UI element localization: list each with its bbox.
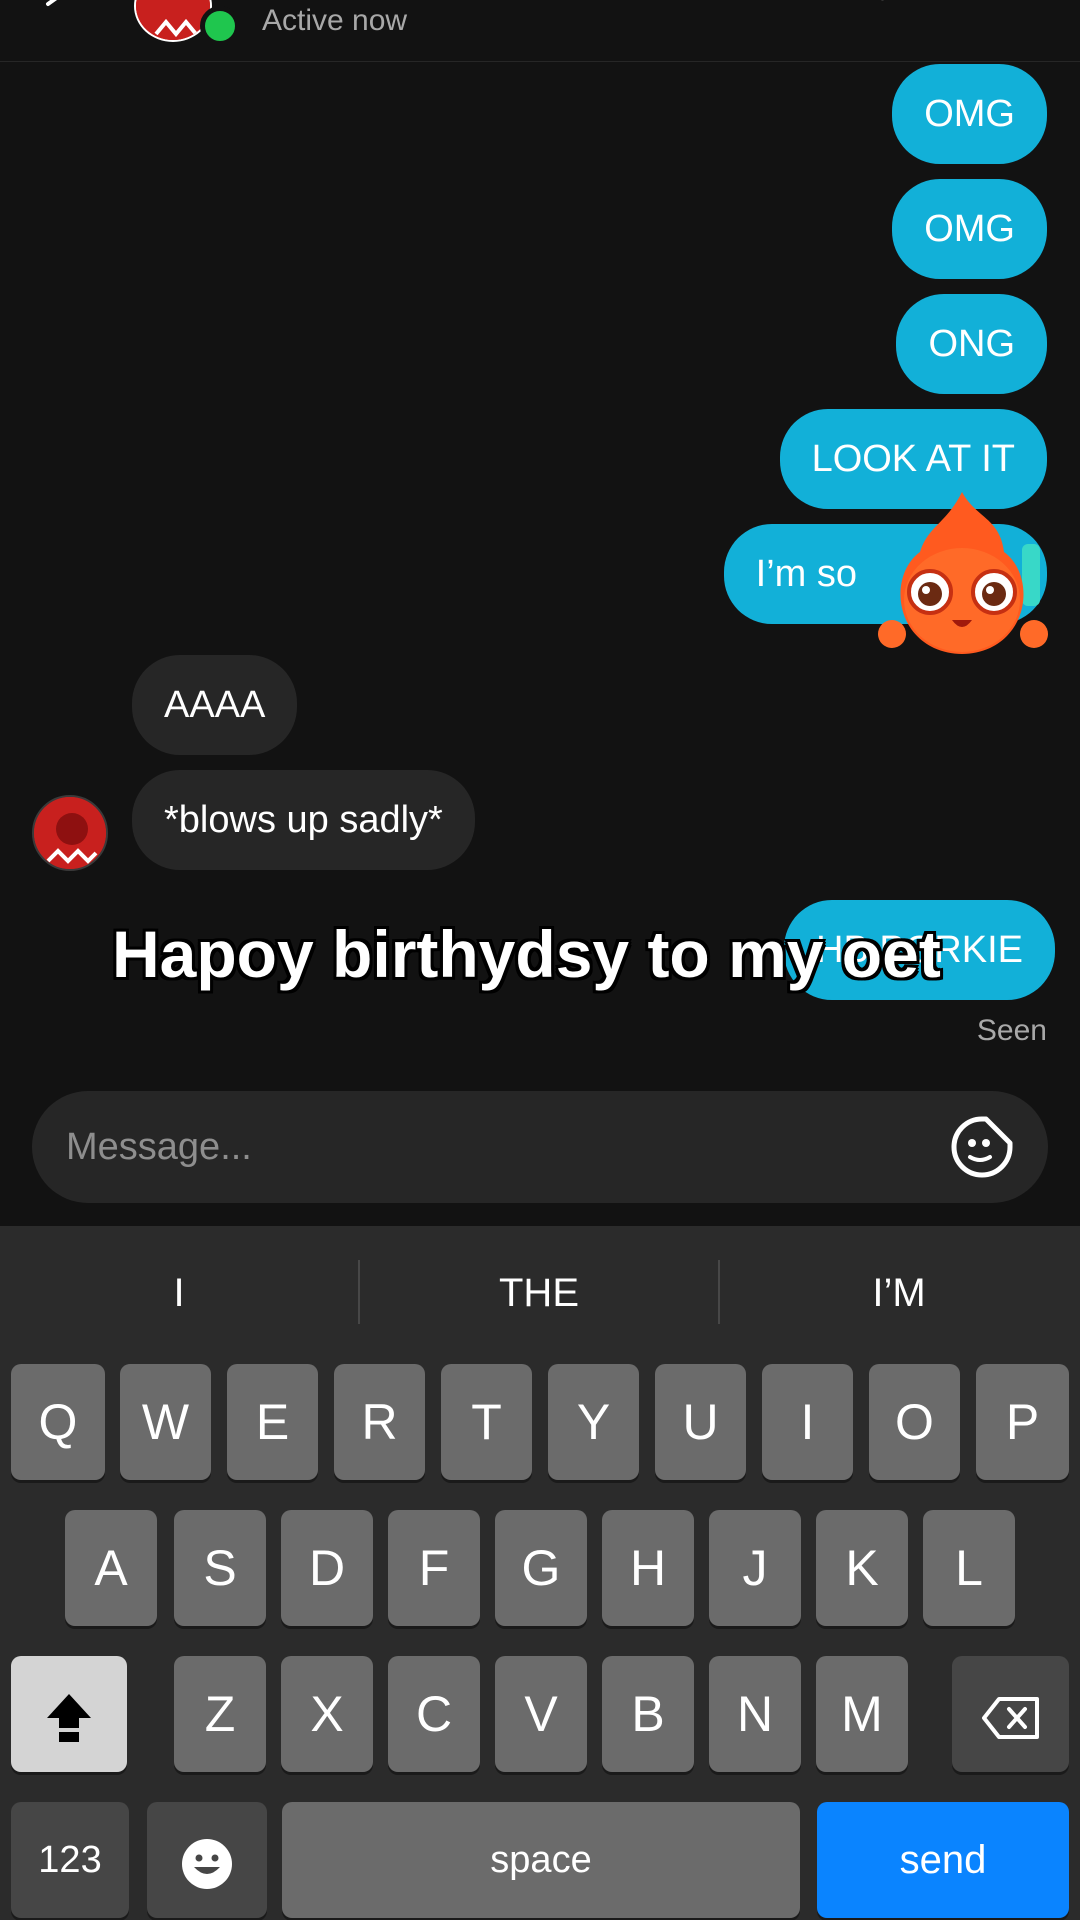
- suggestion-item[interactable]: I: [0, 1226, 358, 1354]
- space-key[interactable]: space: [282, 1802, 800, 1918]
- key-o[interactable]: O: [869, 1364, 960, 1480]
- sender-avatar[interactable]: [32, 795, 108, 871]
- video-caption-overlay: Hapoy birthydsy to my oet: [112, 917, 941, 991]
- key-w[interactable]: W: [120, 1364, 211, 1480]
- key-p[interactable]: P: [976, 1364, 1069, 1480]
- key-z[interactable]: Z: [174, 1656, 266, 1772]
- message-composer: [32, 1091, 1048, 1203]
- back-arrow-icon[interactable]: [40, 0, 70, 24]
- key-f[interactable]: F: [388, 1510, 480, 1626]
- key-m[interactable]: M: [816, 1656, 908, 1772]
- key-h[interactable]: H: [602, 1510, 694, 1626]
- key-q[interactable]: Q: [11, 1364, 105, 1480]
- incoming-message[interactable]: AAAA: [132, 655, 298, 755]
- seen-receipt: Seen: [976, 1014, 1047, 1047]
- key-b[interactable]: B: [602, 1656, 694, 1772]
- backspace-key[interactable]: [952, 1656, 1069, 1772]
- key-x[interactable]: X: [281, 1656, 373, 1772]
- key-r[interactable]: R: [334, 1364, 425, 1480]
- key-l[interactable]: L: [923, 1510, 1015, 1626]
- key-n[interactable]: N: [709, 1656, 801, 1772]
- numbers-key[interactable]: 123: [11, 1802, 129, 1918]
- backspace-icon: [981, 1696, 1039, 1739]
- suggestion-bar: I THE I’M: [0, 1226, 1080, 1354]
- key-e[interactable]: E: [227, 1364, 318, 1480]
- key-c[interactable]: C: [388, 1656, 480, 1772]
- message-input[interactable]: [66, 1117, 926, 1177]
- shift-arrow-icon: [47, 1693, 91, 1742]
- key-d[interactable]: D: [281, 1510, 373, 1626]
- online-status-dot: [200, 6, 240, 46]
- outgoing-message[interactable]: ONG: [896, 294, 1047, 394]
- key-j[interactable]: J: [709, 1510, 801, 1626]
- outgoing-message[interactable]: OMG: [892, 64, 1047, 164]
- send-key[interactable]: send: [817, 1802, 1069, 1918]
- emoji-key[interactable]: [147, 1802, 267, 1918]
- shift-key[interactable]: [11, 1656, 127, 1772]
- outgoing-message[interactable]: OMG: [892, 179, 1047, 279]
- suggestion-item[interactable]: THE: [360, 1226, 718, 1354]
- key-u[interactable]: U: [655, 1364, 746, 1480]
- key-g[interactable]: G: [495, 1510, 587, 1626]
- key-s[interactable]: S: [174, 1510, 266, 1626]
- key-i[interactable]: I: [762, 1364, 853, 1480]
- call-icon[interactable]: [862, 0, 898, 20]
- incoming-message[interactable]: *blows up sadly*: [132, 770, 475, 870]
- key-v[interactable]: V: [495, 1656, 587, 1772]
- key-k[interactable]: K: [816, 1510, 908, 1626]
- key-t[interactable]: T: [441, 1364, 532, 1480]
- suggestion-item[interactable]: I’M: [720, 1226, 1078, 1354]
- key-y[interactable]: Y: [548, 1364, 639, 1480]
- active-status-text: Active now: [262, 4, 408, 37]
- sticker-icon[interactable]: [950, 1115, 1014, 1179]
- on-screen-keyboard: I THE I’M Q W E R T Y U I O P A S D F G …: [0, 1226, 1080, 1920]
- key-a[interactable]: A: [65, 1510, 157, 1626]
- fire-sticker-icon: [878, 492, 1048, 654]
- emoji-icon: [182, 1838, 232, 1889]
- chat-header: Active now: [0, 0, 1080, 62]
